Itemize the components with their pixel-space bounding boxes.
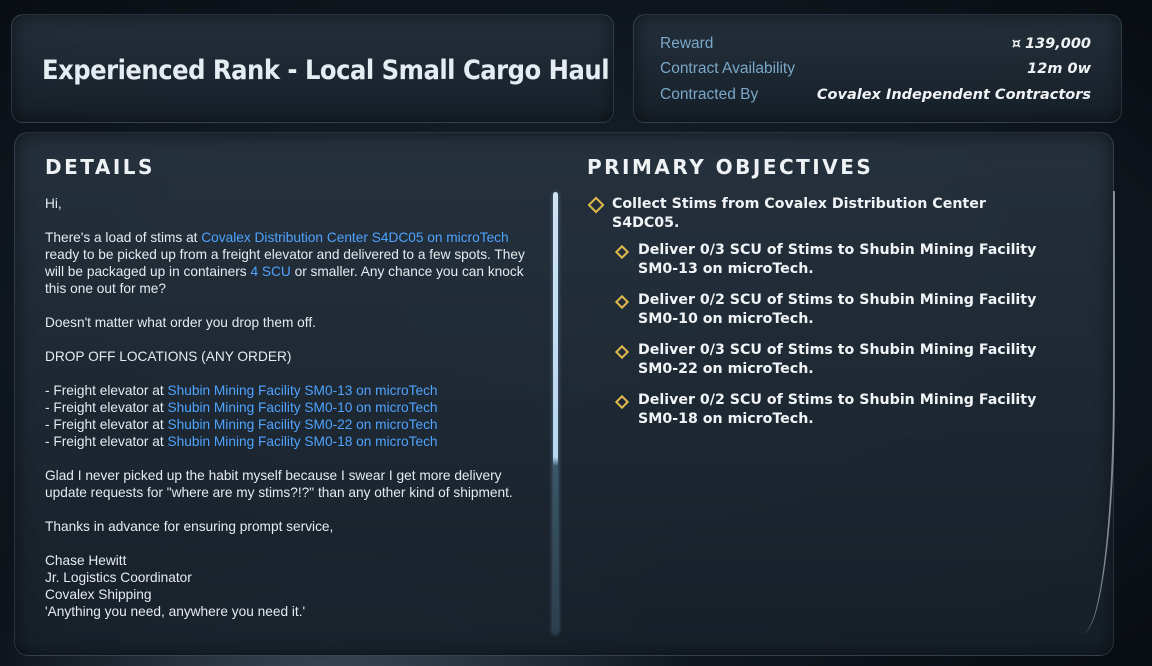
dropoff-heading: DROP OFF LOCATIONS (ANY ORDER) xyxy=(45,349,292,364)
details-paragraph-2: Doesn't matter what order you drop them … xyxy=(45,315,316,330)
availability-label: Contract Availability xyxy=(660,60,795,77)
diamond-icon xyxy=(614,344,630,360)
dropoff-link-sm0-22[interactable]: Shubin Mining Facility SM0-22 on microTe… xyxy=(167,417,437,432)
objective-primary-text: Collect Stims from Covalex Distribution … xyxy=(612,196,986,231)
contract-main-panel: DETAILS Hi, There's a load of stims at C… xyxy=(14,132,1115,656)
dropoff-item: - Freight elevator at Shubin Mining Faci… xyxy=(45,382,540,399)
signature-motto: 'Anything you need, anywhere you need it… xyxy=(45,604,306,619)
dropoff-item: - Freight elevator at Shubin Mining Faci… xyxy=(45,399,540,416)
availability-row: Contract Availability 12m 0w xyxy=(660,59,1091,79)
objectives-heading: PRIMARY OBJECTIVES xyxy=(587,155,874,179)
objective-sub-text: Deliver 0/3 SCU of Stims to Shubin Minin… xyxy=(638,342,1037,377)
objective-sub-text: Deliver 0/3 SCU of Stims to Shubin Minin… xyxy=(638,242,1037,277)
contracted-by-row: Contracted By Covalex Independent Contra… xyxy=(660,85,1091,105)
contract-info-panel: Reward ¤ 139,000 Contract Availability 12… xyxy=(633,14,1122,123)
contracted-by-value: Covalex Independent Contractors xyxy=(816,87,1091,103)
contracted-by-label: Contracted By xyxy=(660,86,759,103)
signature-company: Covalex Shipping xyxy=(45,587,152,602)
availability-value: 12m 0w xyxy=(1027,61,1091,77)
reward-row: Reward ¤ 139,000 xyxy=(660,34,1091,54)
details-heading: DETAILS xyxy=(45,155,155,179)
signature-role: Jr. Logistics Coordinator xyxy=(45,570,192,585)
dropoff-item: - Freight elevator at Shubin Mining Faci… xyxy=(45,416,540,433)
diamond-icon xyxy=(587,196,605,214)
details-scrollbar[interactable] xyxy=(553,192,558,634)
details-paragraph-5: Thanks in advance for ensuring prompt se… xyxy=(45,519,334,534)
contract-screen: Experienced Rank - Local Small Cargo Hau… xyxy=(0,0,1152,666)
dropoff-list: - Freight elevator at Shubin Mining Faci… xyxy=(45,382,540,450)
dropoff-link-sm0-10[interactable]: Shubin Mining Facility SM0-10 on microTe… xyxy=(167,400,437,415)
signature-name: Chase Hewitt xyxy=(45,553,127,568)
reward-label: Reward xyxy=(660,35,714,52)
dropoff-prefix: - Freight elevator at xyxy=(45,417,168,432)
diamond-icon xyxy=(614,244,630,260)
objective-sub: Deliver 0/2 SCU of Stims to Shubin Minin… xyxy=(587,291,1038,329)
dropoff-link-sm0-18[interactable]: Shubin Mining Facility SM0-18 on microTe… xyxy=(167,434,437,449)
objectives-list: Collect Stims from Covalex Distribution … xyxy=(587,195,1057,441)
dropoff-link-sm0-13[interactable]: Shubin Mining Facility SM0-13 on microTe… xyxy=(167,383,437,398)
details-greeting: Hi, xyxy=(45,196,62,211)
signature-block: Chase Hewitt Jr. Logistics Coordinator C… xyxy=(45,552,540,620)
objective-sub-text: Deliver 0/2 SCU of Stims to Shubin Minin… xyxy=(638,392,1037,427)
details-paragraph-4: Glad I never picked up the habit myself … xyxy=(45,468,513,500)
details-p1-text-a: There's a load of stims at xyxy=(45,230,202,245)
contract-title-panel: Experienced Rank - Local Small Cargo Hau… xyxy=(11,14,614,123)
dropoff-prefix: - Freight elevator at xyxy=(45,400,168,415)
objective-primary: Collect Stims from Covalex Distribution … xyxy=(587,195,1057,233)
objective-sub: Deliver 0/3 SCU of Stims to Shubin Minin… xyxy=(587,241,1038,279)
dropoff-prefix: - Freight elevator at xyxy=(45,434,168,449)
objective-sub-text: Deliver 0/2 SCU of Stims to Shubin Minin… xyxy=(638,292,1037,327)
diamond-icon xyxy=(614,394,630,410)
objective-sub: Deliver 0/3 SCU of Stims to Shubin Minin… xyxy=(587,341,1038,379)
dropoff-prefix: - Freight elevator at xyxy=(45,383,168,398)
uec-currency-icon: ¤ xyxy=(1011,36,1021,52)
objectives-scroll-edge xyxy=(1083,191,1115,633)
reward-value-wrap: ¤ 139,000 xyxy=(1012,36,1091,52)
details-text[interactable]: Hi, There's a load of stims at Covalex D… xyxy=(45,195,540,620)
container-size-link[interactable]: 4 SCU xyxy=(250,264,290,279)
objective-sub: Deliver 0/2 SCU of Stims to Shubin Minin… xyxy=(587,391,1038,429)
contract-title: Experienced Rank - Local Small Cargo Hau… xyxy=(42,55,610,86)
dropoff-item: - Freight elevator at Shubin Mining Faci… xyxy=(45,433,540,450)
pickup-location-link[interactable]: Covalex Distribution Center S4DC05 on mi… xyxy=(201,230,508,245)
diamond-icon xyxy=(614,294,630,310)
reward-value: 139,000 xyxy=(1024,36,1091,52)
details-paragraph-1: There's a load of stims at Covalex Distr… xyxy=(45,229,540,297)
